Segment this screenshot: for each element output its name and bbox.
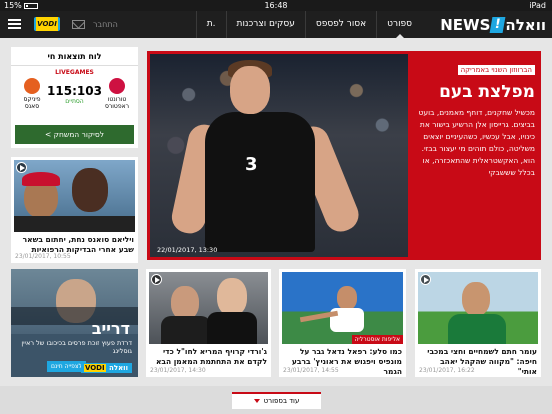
article-card[interactable]: אליפות אוסטרליה כמו סלע: רפאל נדאל גבר ע… — [279, 269, 406, 377]
category-badge: אליפות אוסטרליה — [351, 335, 403, 344]
walla-news-logo[interactable]: וואלה ! NEWS — [440, 15, 546, 34]
hero-description: מכשיל שחקנים, דוחף מאמנים, בועט בביצים. … — [418, 108, 535, 177]
article-card[interactable]: עומר חתם לשמחיים וחצי במכבי חיפה: "מקווה… — [415, 269, 541, 377]
hero-title: מפלצת בעם — [439, 82, 535, 102]
ad-description: דרדת פעוץ זוכת פרסים בכיכובו של ראיין גו… — [21, 339, 132, 355]
tab-business[interactable]: עסקים וצרכנות — [225, 11, 305, 38]
top-navigation: VODI התחבר ספורט אסור לפספס עסקים וצרכנו… — [0, 11, 552, 38]
game-status: הסתיים — [65, 97, 84, 105]
home-team: טורונטו ראפטורס — [102, 78, 132, 110]
hero-text: הברווזון השנוי באמריקה מפלצת בעם מכשיל ש… — [411, 57, 535, 179]
article-date: 23/01/2017, 14:30 — [150, 367, 206, 374]
article-image: אליפות אוסטרליה — [282, 272, 403, 344]
article-card[interactable]: ג'ורדי קרויף המריא לחו"ל כדי לקדם את התח… — [146, 269, 271, 377]
tab-more[interactable]: ת. — [195, 11, 226, 38]
drive-ad-banner[interactable]: דרייב דרדת פעוץ זוכת פרסים בכיכובו של רא… — [11, 269, 138, 377]
more-sport-button[interactable]: עוד בספורט — [232, 392, 321, 409]
live-score-widget: לוח תוצאות חי LIVEGAMES פיניקס סאנס 115:… — [11, 47, 138, 148]
device-label: iPad — [529, 1, 546, 10]
vodi-logo[interactable]: VODI — [34, 17, 60, 31]
side-article-date: 23/01/2017, 10:55 — [15, 253, 71, 260]
exclamation-icon: ! — [489, 16, 506, 33]
hero-image: 3 — [150, 54, 408, 257]
status-time: 16:48 — [264, 1, 288, 10]
side-article-title: ויליאם סואנס נחת, יחתום בשאר שבע אחרי הב… — [22, 235, 134, 254]
game-coverage-button[interactable]: לסיקור המשחק > — [15, 125, 134, 144]
score-header: לוח תוצאות חי — [11, 47, 138, 66]
article-title: ג'ורדי קרויף המריא לחו"ל כדי לקדם את התח… — [155, 347, 267, 366]
article-image — [418, 272, 538, 344]
hero-tag: הברווזון השנוי באמריקה — [457, 65, 535, 75]
status-bar: 15% 16:48 iPad — [0, 0, 552, 11]
tab-sport[interactable]: ספורט — [376, 11, 422, 38]
chevron-down-icon — [253, 399, 260, 403]
video-play-icon[interactable] — [420, 274, 431, 285]
hero-date: 22/01/2017, 13:30 — [157, 246, 218, 254]
tab-must-not-miss[interactable]: אסור לפספס — [304, 11, 376, 38]
article-date: 23/01/2017, 14:55 — [283, 367, 339, 374]
video-play-icon[interactable] — [16, 162, 27, 173]
article-date: 23/01/2017, 16:22 — [419, 367, 475, 374]
more-section: עוד בספורט — [0, 386, 552, 414]
side-article[interactable]: ויליאם סואנס נחת, יחתום בשאר שבע אחרי הב… — [11, 157, 138, 263]
menu-icon[interactable] — [8, 19, 21, 29]
away-team: פיניקס סאנס — [17, 78, 47, 110]
score-result: 115:103 הסתיים — [47, 83, 102, 105]
nav-tabs: ספורט אסור לפספס עסקים וצרכנות ת. — [195, 11, 422, 38]
raptors-logo-icon — [109, 78, 125, 94]
hero-article[interactable]: 3 הברווזון השנוי באמריקה מפלצת בעם מכשיל… — [147, 51, 541, 260]
ad-title: דרייב — [91, 319, 130, 338]
mail-icon — [72, 20, 85, 29]
livegames-logo: LIVEGAMES — [55, 69, 94, 76]
login-button[interactable]: התחבר — [72, 11, 118, 38]
suns-logo-icon — [24, 78, 40, 94]
video-play-icon[interactable] — [151, 274, 162, 285]
article-image — [149, 272, 268, 344]
side-article-image — [14, 160, 135, 232]
ad-vodi-logo: VODI וואלה — [80, 363, 132, 373]
